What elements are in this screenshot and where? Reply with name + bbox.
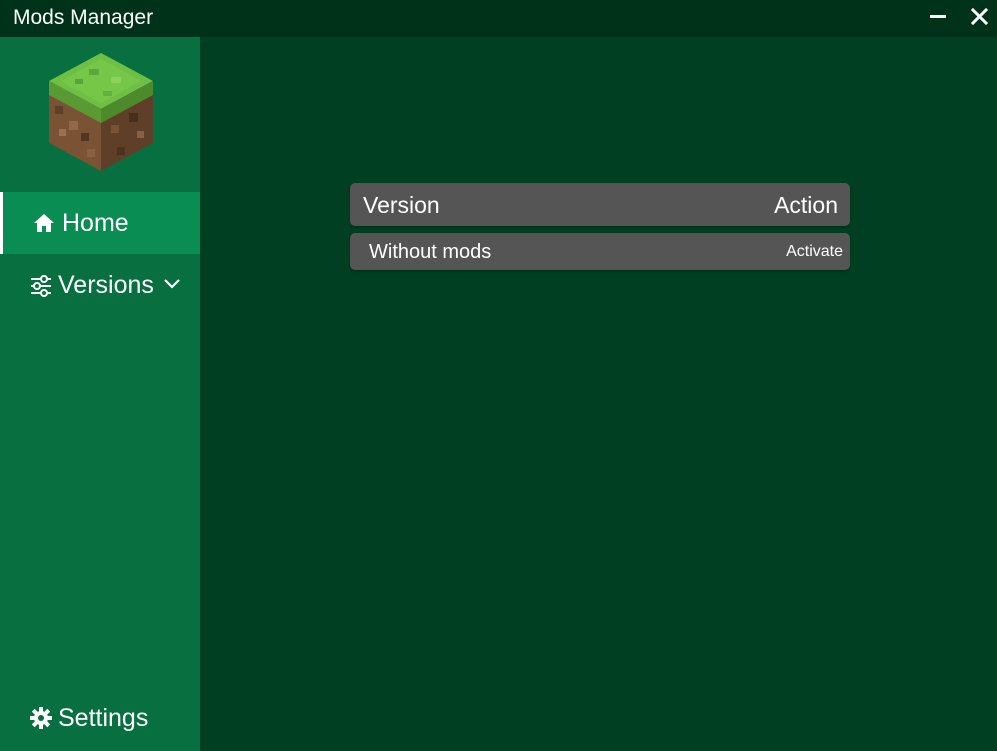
minimize-button[interactable] <box>919 2 959 34</box>
gear-icon <box>30 707 52 729</box>
sliders-icon <box>31 275 51 297</box>
title-bar[interactable]: Mods Manager <box>0 0 997 37</box>
window-title: Mods Manager <box>13 6 154 29</box>
sidebar-item-versions[interactable]: Versions <box>0 254 200 316</box>
sidebar-item-home[interactable]: Home <box>0 192 200 254</box>
sidebar: Home Versions Settings <box>0 37 200 751</box>
column-header-action: Action <box>774 192 838 218</box>
app-window: Mods Manager Home Versions Settings Vers… <box>0 0 997 751</box>
sidebar-item-label: Settings <box>58 704 149 732</box>
chevron-down-icon <box>164 279 180 289</box>
version-name: Without mods <box>369 241 492 263</box>
home-icon <box>34 214 54 232</box>
table-header: Version Action <box>350 183 850 226</box>
column-header-version: Version <box>363 192 440 218</box>
minimize-icon <box>930 15 946 18</box>
sidebar-item-settings[interactable]: Settings <box>0 687 200 749</box>
active-indicator <box>0 192 3 254</box>
table-row: Without mods Activate <box>350 233 850 270</box>
close-button[interactable] <box>960 2 997 34</box>
sidebar-item-label: Home <box>62 209 129 237</box>
close-icon <box>970 7 989 26</box>
sidebar-item-label: Versions <box>58 271 154 299</box>
activate-button[interactable]: Activate <box>786 242 843 262</box>
main-content: Version Action Without mods Activate <box>200 37 997 751</box>
minecraft-grass-block-icon <box>49 53 153 171</box>
